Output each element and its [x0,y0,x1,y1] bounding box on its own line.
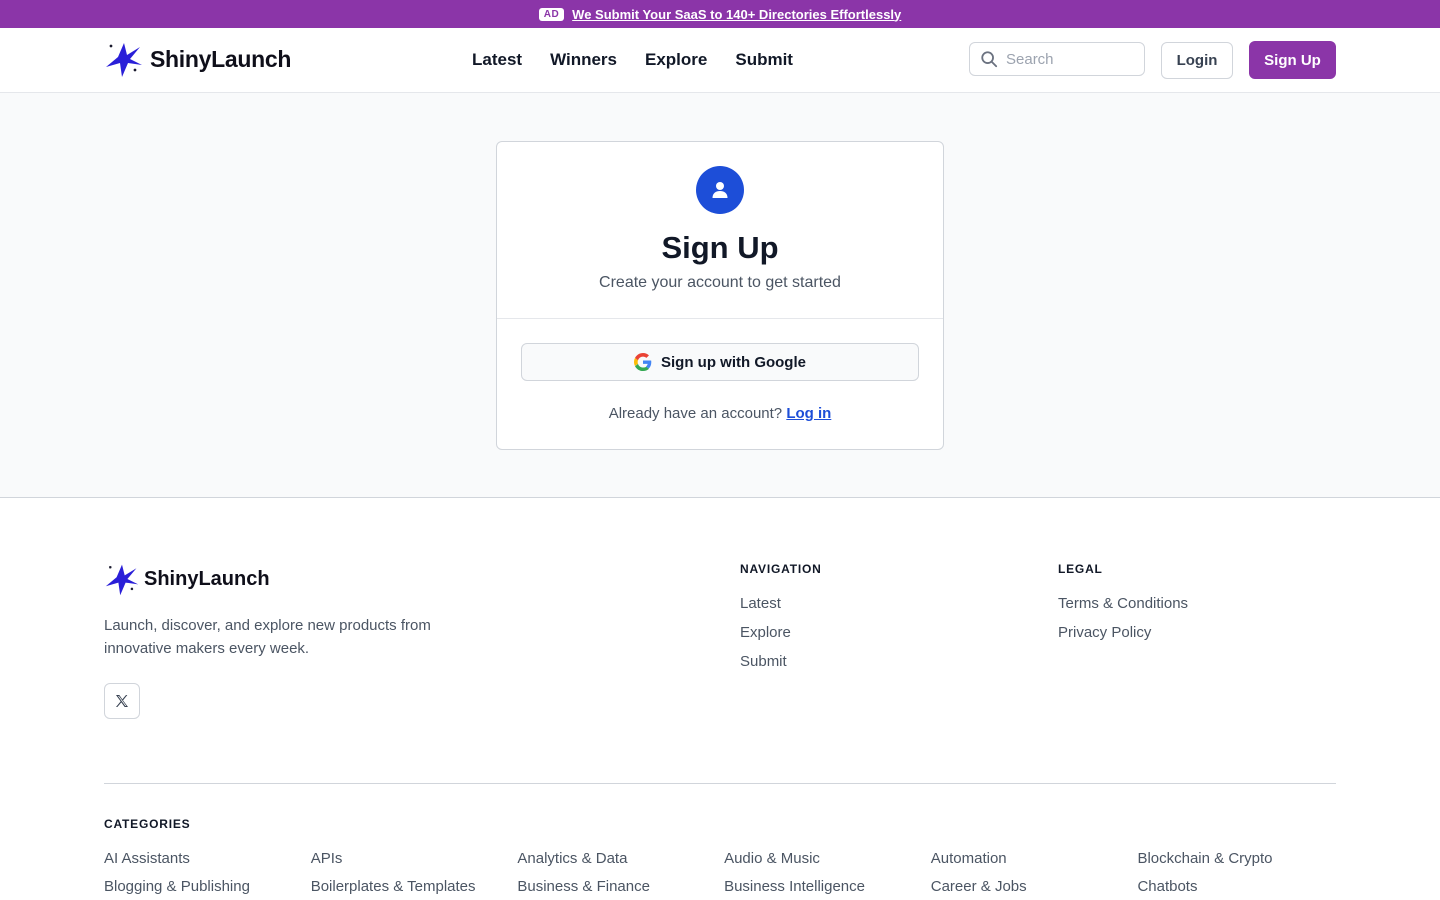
footer-description: Launch, discover, and explore new produc… [104,617,431,657]
x-social-link[interactable] [104,683,140,719]
categories-grid: AI Assistants APIs Analytics & Data Audi… [104,849,1344,897]
nav-submit[interactable]: Submit [735,50,793,70]
footer-link-terms[interactable]: Terms & Conditions [1058,595,1188,612]
category-link[interactable]: Blockchain & Crypto [1137,849,1344,869]
footer-navigation: NAVIGATION Latest Explore Submit [740,562,822,682]
category-link[interactable]: Audio & Music [724,849,931,869]
category-link[interactable]: Boilerplates & Templates [311,877,518,897]
category-link[interactable]: Automation [931,849,1138,869]
login-prompt: Already have an account? Log in [497,405,943,422]
google-signup-button[interactable]: Sign up with Google [521,343,919,381]
x-icon [116,695,128,707]
category-link[interactable]: Analytics & Data [517,849,724,869]
category-link[interactable]: Career & Jobs [931,877,1138,897]
footer-legal: LEGAL Terms & Conditions Privacy Policy [1058,562,1188,653]
login-link[interactable]: Log in [786,405,831,422]
site-footer: ShinyLaunch Launch, discover, and explor… [0,498,1440,900]
main-nav: Latest Winners Explore Submit [472,28,793,92]
login-prompt-text: Already have an account? [608,405,783,422]
category-link[interactable]: Business & Finance [517,877,724,897]
category-link[interactable]: APIs [311,849,518,869]
star-logo-icon [105,564,139,596]
star-logo-icon [106,43,142,77]
footer-logo[interactable]: ShinyLaunch [104,561,270,597]
footer-link-submit[interactable]: Submit [740,653,822,670]
category-link[interactable]: Business Intelligence [724,877,931,897]
categories-heading: CATEGORIES [104,817,191,831]
signup-button[interactable]: Sign Up [1249,41,1336,79]
search-icon [981,51,998,68]
footer-divider [104,783,1336,784]
footer-link-explore[interactable]: Explore [740,624,822,641]
login-button[interactable]: Login [1161,42,1233,79]
search-box[interactable] [969,42,1145,76]
category-link[interactable]: Blogging & Publishing [104,877,311,897]
google-button-label: Sign up with Google [661,353,806,371]
category-link[interactable]: AI Assistants [104,849,311,869]
signup-card: Sign Up Create your account to get start… [496,141,944,450]
category-link[interactable]: Chatbots [1137,877,1344,897]
user-avatar-icon [696,166,744,214]
search-input[interactable] [1006,50,1126,68]
google-icon [634,353,652,371]
ad-banner: AD We Submit Your SaaS to 140+ Directori… [0,0,1440,28]
nav-latest[interactable]: Latest [472,50,522,70]
footer-logo-text: ShinyLaunch [144,567,270,590]
nav-winners[interactable]: Winners [550,50,617,70]
card-subtitle: Create your account to get started [599,274,841,291]
nav-explore[interactable]: Explore [645,50,707,70]
card-title: Sign Up [661,230,779,265]
legal-heading: LEGAL [1058,562,1103,576]
navigation-heading: NAVIGATION [740,562,822,576]
footer-link-privacy[interactable]: Privacy Policy [1058,624,1188,641]
main-content: Sign Up Create your account to get start… [0,93,1440,498]
logo-text: ShinyLaunch [150,45,292,72]
footer-link-latest[interactable]: Latest [740,595,822,612]
site-header: ShinyLaunch Latest Winners Explore Submi… [0,28,1440,93]
card-header: Sign Up Create your account to get start… [497,142,943,319]
logo[interactable]: ShinyLaunch [104,39,291,79]
ad-badge: AD [538,7,565,21]
ad-link[interactable]: We Submit Your SaaS to 140+ Directories … [572,7,901,22]
